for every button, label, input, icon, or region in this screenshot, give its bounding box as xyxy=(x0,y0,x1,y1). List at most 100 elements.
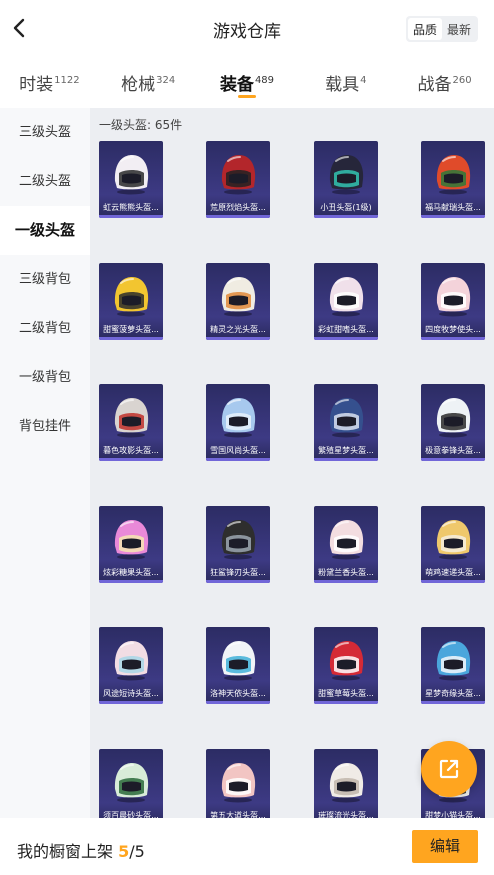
helmet-icon xyxy=(436,641,471,681)
item-card[interactable]: 雪国风尚头盔... xyxy=(206,384,270,461)
item-name: 荒原烈焰头盔... xyxy=(210,203,266,212)
item-card[interactable]: 炫彩糖果头盔... xyxy=(99,506,163,583)
active-tab-indicator xyxy=(237,95,256,98)
item-card[interactable]: 星梦奇缘头盔... xyxy=(421,627,485,704)
item-card[interactable]: 粉黛兰香头盔... xyxy=(314,506,378,583)
item-name: 璀璨流光头盔... xyxy=(318,811,374,818)
showcase-status: 我的橱窗上架 5/5 xyxy=(17,838,145,862)
sidebar-item-level3-helmet[interactable]: 三级头盔 xyxy=(0,108,90,157)
helmet-icon xyxy=(114,155,149,195)
item-name: 第五大道头盔... xyxy=(210,811,266,818)
showcase-total: /5 xyxy=(129,842,145,861)
sidebar-item-level1-helmet[interactable]: 一级头盔 xyxy=(0,206,90,255)
helmet-icon xyxy=(221,520,256,560)
helmet-icon xyxy=(436,155,471,195)
share-button[interactable] xyxy=(421,741,477,797)
sort-option-quality[interactable]: 品质 xyxy=(407,18,442,40)
tab-equipment[interactable]: 装备489 xyxy=(198,58,297,108)
item-card[interactable]: 四度牧梦使头... xyxy=(421,263,485,340)
tab-vehicles[interactable]: 载具4 xyxy=(296,58,395,108)
item-grid-panel: 一级头盔: 65件 虹云熊熊头盔... 荒原烈焰头盔... 小丑头盔(1级) 福马献瑞… xyxy=(90,108,494,818)
item-name: 炫彩糖果头盔... xyxy=(103,568,159,577)
item-name: 狂鲨锋刃头盔... xyxy=(210,568,266,577)
helmet-icon xyxy=(114,520,149,560)
helmet-icon xyxy=(329,641,364,681)
item-name: 繁殖星梦头盔... xyxy=(318,446,374,455)
item-name: 甜蜜草莓头盔... xyxy=(318,689,374,698)
item-name: 精灵之光头盔... xyxy=(210,325,266,334)
edit-button[interactable]: 编辑 xyxy=(412,830,478,863)
item-card[interactable]: 第五大道头盔... xyxy=(206,749,270,818)
sidebar-item-level3-backpack[interactable]: 三级背包 xyxy=(0,255,90,304)
item-name: 甜梦小猫头盔... xyxy=(425,811,481,818)
helmet-icon xyxy=(436,520,471,560)
item-card[interactable]: 小丑头盔(1级) xyxy=(314,141,378,218)
helmet-icon xyxy=(329,520,364,560)
helmet-icon xyxy=(221,763,256,803)
item-name: 雪国风尚头盔... xyxy=(210,446,266,455)
item-name: 须百晨砂头盔... xyxy=(103,811,159,818)
tab-label: 装备 xyxy=(219,75,254,95)
sidebar: 三级头盔 二级头盔 一级头盔 三级背包 二级背包 一级背包 背包挂件 xyxy=(0,108,90,818)
tab-label: 载具 xyxy=(325,75,360,95)
item-card[interactable]: 彩虹甜嗜头盔... xyxy=(314,263,378,340)
tab-supplies[interactable]: 战备260 xyxy=(395,58,494,108)
tab-count: 489 xyxy=(254,75,275,86)
category-tabs: 时装1122 枪械324 装备489 载具4 战备260 xyxy=(0,58,494,108)
item-name: 福马献瑞头盔... xyxy=(425,203,481,212)
item-card[interactable]: 甜蜜菠萝头盔... xyxy=(99,263,163,340)
helmet-icon xyxy=(221,277,256,317)
item-card[interactable]: 繁殖星梦头盔... xyxy=(314,384,378,461)
sidebar-item-level2-helmet[interactable]: 二级头盔 xyxy=(0,157,90,206)
sort-option-newest[interactable]: 最新 xyxy=(442,18,476,40)
item-card[interactable]: 虹云熊熊头盔... xyxy=(99,141,163,218)
item-name: 小丑头盔(1级) xyxy=(320,203,372,212)
tab-count: 4 xyxy=(360,75,367,86)
helmet-icon xyxy=(221,398,256,438)
item-name: 粉黛兰香头盔... xyxy=(318,568,374,577)
item-name: 甜蜜菠萝头盔... xyxy=(103,325,159,334)
item-name: 极意拳锋头盔... xyxy=(425,446,481,455)
item-name: 萌鸡速递头盔... xyxy=(425,568,481,577)
helmet-icon xyxy=(114,277,149,317)
item-card[interactable]: 璀璨流光头盔... xyxy=(314,749,378,818)
item-name: 彩虹甜嗜头盔... xyxy=(318,325,374,334)
sidebar-item-level2-backpack[interactable]: 二级背包 xyxy=(0,304,90,353)
item-name: 风途短诗头盔... xyxy=(103,689,159,698)
helmet-icon xyxy=(114,641,149,681)
item-card[interactable]: 暮色攻影头盔... xyxy=(99,384,163,461)
item-card[interactable]: 极意拳锋头盔... xyxy=(421,384,485,461)
sort-toggle: 品质 最新 xyxy=(405,16,478,42)
tab-count: 324 xyxy=(156,75,176,86)
item-card[interactable]: 精灵之光头盔... xyxy=(206,263,270,340)
item-card[interactable]: 狂鲨锋刃头盔... xyxy=(206,506,270,583)
helmet-icon xyxy=(114,763,149,803)
item-card[interactable]: 福马献瑞头盔... xyxy=(421,141,485,218)
item-card[interactable]: 须百晨砂头盔... xyxy=(99,749,163,818)
helmet-icon xyxy=(329,155,364,195)
section-header: 一级头盔: 65件 xyxy=(99,118,183,132)
tab-firearms[interactable]: 枪械324 xyxy=(99,58,198,108)
item-name: 虹云熊熊头盔... xyxy=(103,203,159,212)
tab-label: 时装 xyxy=(19,75,54,95)
item-card[interactable]: 萌鸡速递头盔... xyxy=(421,506,485,583)
item-card[interactable]: 甜蜜草莓头盔... xyxy=(314,627,378,704)
showcase-count: 5 xyxy=(118,842,130,861)
item-card[interactable]: 荒原烈焰头盔... xyxy=(206,141,270,218)
bottom-bar: 我的橱窗上架 5/5 编辑 xyxy=(0,818,494,875)
helmet-icon xyxy=(436,398,471,438)
share-icon xyxy=(439,759,459,779)
tab-fashion[interactable]: 时装1122 xyxy=(0,58,99,108)
sidebar-item-level1-backpack[interactable]: 一级背包 xyxy=(0,353,90,402)
helmet-icon xyxy=(329,277,364,317)
item-card[interactable]: 风途短诗头盔... xyxy=(99,627,163,704)
tab-label: 战备 xyxy=(417,75,452,95)
tab-label: 枪械 xyxy=(121,75,156,95)
item-card[interactable]: 洛神天依头盔... xyxy=(206,627,270,704)
item-name: 洛神天依头盔... xyxy=(210,689,266,698)
tab-count: 1122 xyxy=(54,75,80,86)
sidebar-item-backpack-charm[interactable]: 背包挂件 xyxy=(0,402,90,451)
helmet-icon xyxy=(436,277,471,317)
showcase-label: 我的橱窗上架 xyxy=(17,842,114,861)
helmet-icon xyxy=(329,398,364,438)
